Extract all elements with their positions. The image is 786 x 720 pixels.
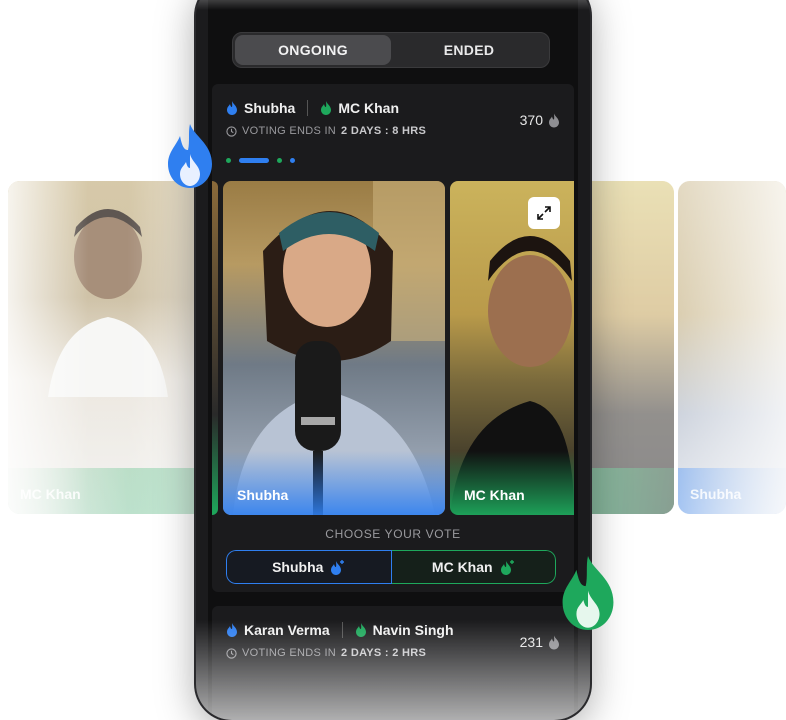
video-peek-left[interactable] — [212, 181, 218, 515]
vote-count-value: 231 — [519, 634, 543, 650]
phone-frame: ONGOING ENDED Shubha MC Khan VOTING ENDS… — [196, 0, 590, 720]
tab-ongoing[interactable]: ONGOING — [235, 35, 391, 65]
background-card-right: Shubha — [678, 181, 786, 514]
status-tabs: ONGOING ENDED — [232, 32, 550, 68]
vote-button-a[interactable]: Shubha — [226, 550, 392, 584]
background-card-left: MC Khan — [8, 181, 208, 514]
background-card-mid — [580, 181, 674, 514]
voting-deadline: VOTING ENDS IN 2 DAYS : 2 HRS — [226, 647, 426, 659]
indicator-active[interactable] — [239, 158, 269, 163]
flame-icon — [549, 113, 559, 127]
video-b-label: MC Khan — [464, 487, 525, 503]
expand-icon — [537, 206, 551, 220]
flame-icon — [562, 556, 614, 630]
tab-ended[interactable]: ENDED — [391, 35, 547, 65]
clock-icon — [226, 647, 237, 659]
vote-count-value: 370 — [519, 112, 543, 128]
vote-count: 370 — [520, 112, 560, 128]
name-divider — [307, 100, 309, 116]
video-a-label: Shubha — [237, 487, 289, 503]
vote-a-label: Shubha — [272, 559, 324, 575]
expand-button[interactable] — [528, 197, 560, 229]
contestants-header: Shubha MC Khan — [226, 100, 399, 116]
contestant-b-name: Navin Singh — [372, 622, 454, 638]
flame-plus-icon — [500, 560, 514, 575]
contestant-a-name: Karan Verma — [244, 622, 330, 638]
video-contestant-a[interactable]: Shubha — [223, 181, 445, 515]
flame-icon — [355, 623, 366, 637]
choose-vote-label: CHOOSE YOUR VOTE — [325, 527, 461, 541]
app-screen: ONGOING ENDED Shubha MC Khan VOTING ENDS… — [208, 0, 578, 720]
contestants-header: Karan Verma Navin Singh — [226, 622, 454, 638]
indicator-dot[interactable] — [226, 158, 231, 163]
flame-icon — [227, 623, 237, 637]
indicator-dot[interactable] — [290, 158, 295, 163]
flame-icon — [549, 635, 559, 649]
voting-time: 2 DAYS : 2 HRS — [341, 647, 427, 659]
vote-button-b[interactable]: MC Khan — [391, 550, 556, 584]
battle-card[interactable]: Shubha MC Khan VOTING ENDS IN 2 DAYS : 8… — [212, 84, 574, 592]
flame-icon — [321, 101, 332, 115]
carousel-indicator — [226, 158, 295, 163]
vote-b-label: MC Khan — [431, 559, 493, 575]
background-left-label: MC Khan — [20, 486, 81, 502]
flame-icon — [168, 124, 212, 188]
voting-deadline: VOTING ENDS IN 2 DAYS : 8 HRS — [226, 125, 426, 137]
flame-icon — [227, 101, 237, 115]
voting-time: 2 DAYS : 8 HRS — [341, 125, 427, 137]
flame-plus-icon — [331, 560, 345, 575]
name-divider — [341, 622, 343, 638]
clock-icon — [226, 125, 237, 137]
video-contestant-b[interactable]: MC Khan — [450, 181, 574, 515]
voting-prefix: VOTING ENDS IN — [242, 125, 337, 137]
indicator-dot[interactable] — [277, 158, 282, 163]
contestant-b-name: MC Khan — [338, 100, 400, 116]
vote-buttons: Shubha MC Khan — [226, 550, 556, 584]
vote-count: 231 — [520, 634, 560, 650]
battle-card[interactable]: Karan Verma Navin Singh VOTING ENDS IN 2… — [212, 606, 574, 720]
contestant-a-name: Shubha — [244, 100, 296, 116]
background-right-label: Shubha — [690, 486, 742, 502]
voting-prefix: VOTING ENDS IN — [242, 647, 337, 659]
